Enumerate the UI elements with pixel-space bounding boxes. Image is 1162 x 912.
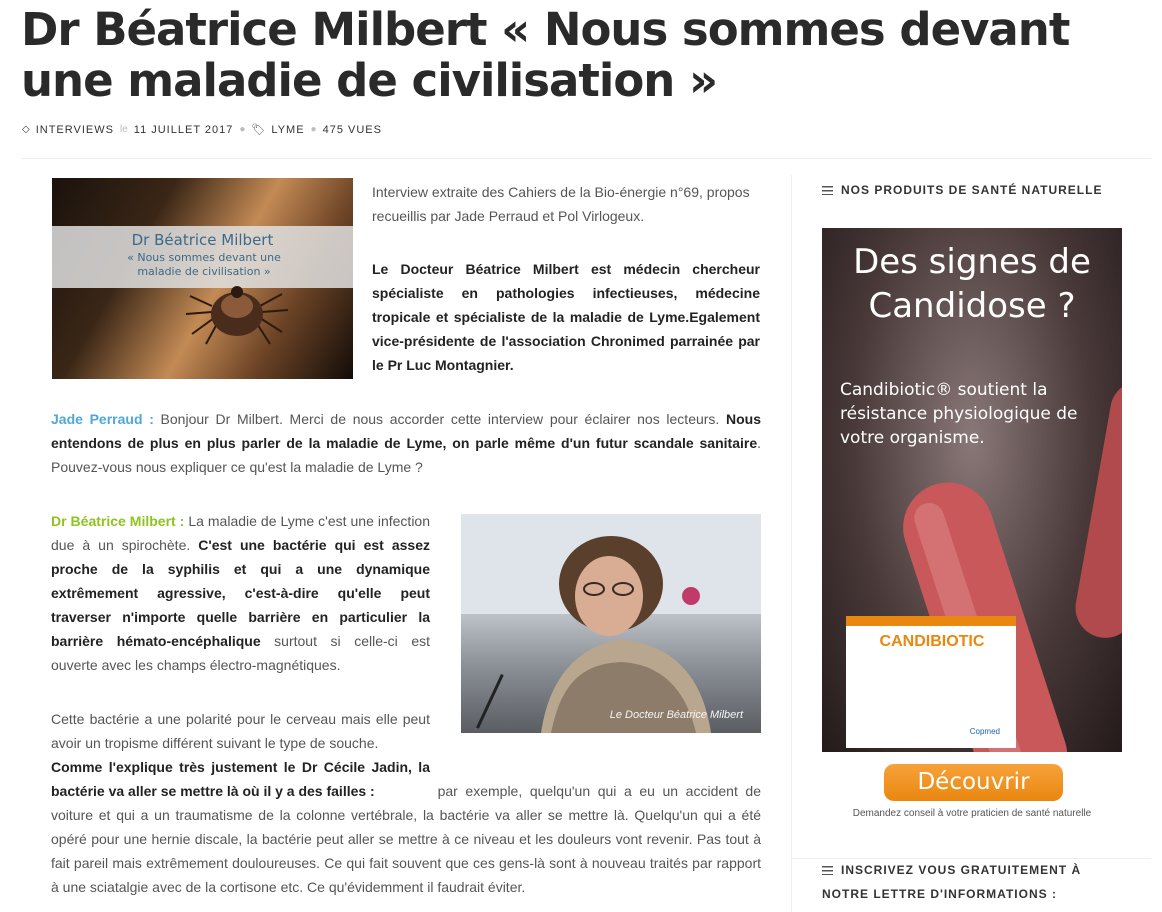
doctor-photo: Le Docteur Béatrice Milbert	[461, 514, 761, 733]
hero-image: Dr Béatrice Milbert « Nous sommes devant…	[52, 178, 353, 379]
category-link[interactable]: INTERVIEWS	[36, 124, 114, 136]
meta-separator: ●	[310, 124, 317, 135]
tag-icon: 🏷	[251, 124, 266, 136]
menu-icon	[822, 186, 833, 196]
hero-subtitle: « Nous sommes devant une maladie de civi…	[127, 251, 281, 278]
post-meta: ◇ INTERVIEWS le 11 JUILLET 2017 ● 🏷 LYME…	[22, 123, 382, 137]
paragraph-intro-part: Cette bactérie a une polarité pour le ce…	[51, 707, 430, 755]
speaker-milbert: Dr Béatrice Milbert :	[51, 513, 185, 529]
ad-product-label: CANDIBIOTIC	[880, 633, 985, 650]
candibiotic-ad[interactable]: CANDIBIOTIC Copmed Des signes de Candido…	[822, 228, 1122, 752]
article-title: Dr Béatrice Milbert « Nous sommes devant…	[21, 3, 1070, 107]
discover-button[interactable]: Découvrir	[884, 764, 1063, 801]
tag-link[interactable]: LYME	[271, 124, 304, 136]
menu-icon	[822, 866, 833, 876]
question-paragraph: Jade Perraud : Bonjour Dr Milbert. Merci…	[51, 407, 761, 479]
newsletter-heading: INSCRIVEZ VOUS GRATUITEMENT À NOTRE LETT…	[822, 863, 1082, 901]
answer-paragraph: Dr Béatrice Milbert : La maladie de Lyme…	[51, 509, 430, 677]
view-count: 475 VUES	[322, 123, 382, 136]
ad-body: Candibiotic® soutient la résistance phys…	[840, 380, 1078, 448]
meta-separator: ●	[239, 124, 246, 135]
question-text: Bonjour Dr Milbert. Merci de nous accord…	[153, 411, 726, 427]
category-icon: ◇	[22, 124, 30, 135]
ad-note: Demandez conseil à votre praticien de sa…	[852, 808, 1092, 819]
paragraph-wide-part: Comme l'explique très justement le Dr Cé…	[51, 755, 761, 899]
sidebar-divider	[791, 175, 792, 912]
interview-intro: Interview extraite des Cahiers de la Bio…	[372, 184, 750, 224]
ad-brand-label: Copmed	[970, 727, 1000, 736]
doctor-portrait	[461, 514, 761, 733]
ad-headline: Des signes de Candidose ?	[853, 242, 1091, 326]
tick-illustration	[185, 286, 289, 345]
speaker-jade: Jade Perraud :	[51, 411, 154, 427]
header-divider	[21, 158, 1151, 159]
photo-caption: Le Docteur Béatrice Milbert	[609, 709, 743, 721]
date-prefix: le	[119, 124, 128, 135]
hero-name: Dr Béatrice Milbert	[131, 231, 274, 249]
doctor-bio: Le Docteur Béatrice Milbert est médecin …	[372, 261, 760, 373]
post-date: 11 JUILLET 2017	[133, 123, 234, 136]
paragraph-bold-inline: Comme l'explique très justement le Dr Cé…	[51, 759, 430, 799]
paragraph-text: Cette bactérie a une polarité pour le ce…	[51, 711, 430, 751]
products-heading: NOS PRODUITS DE SANTÉ NATURELLE	[822, 178, 1132, 202]
